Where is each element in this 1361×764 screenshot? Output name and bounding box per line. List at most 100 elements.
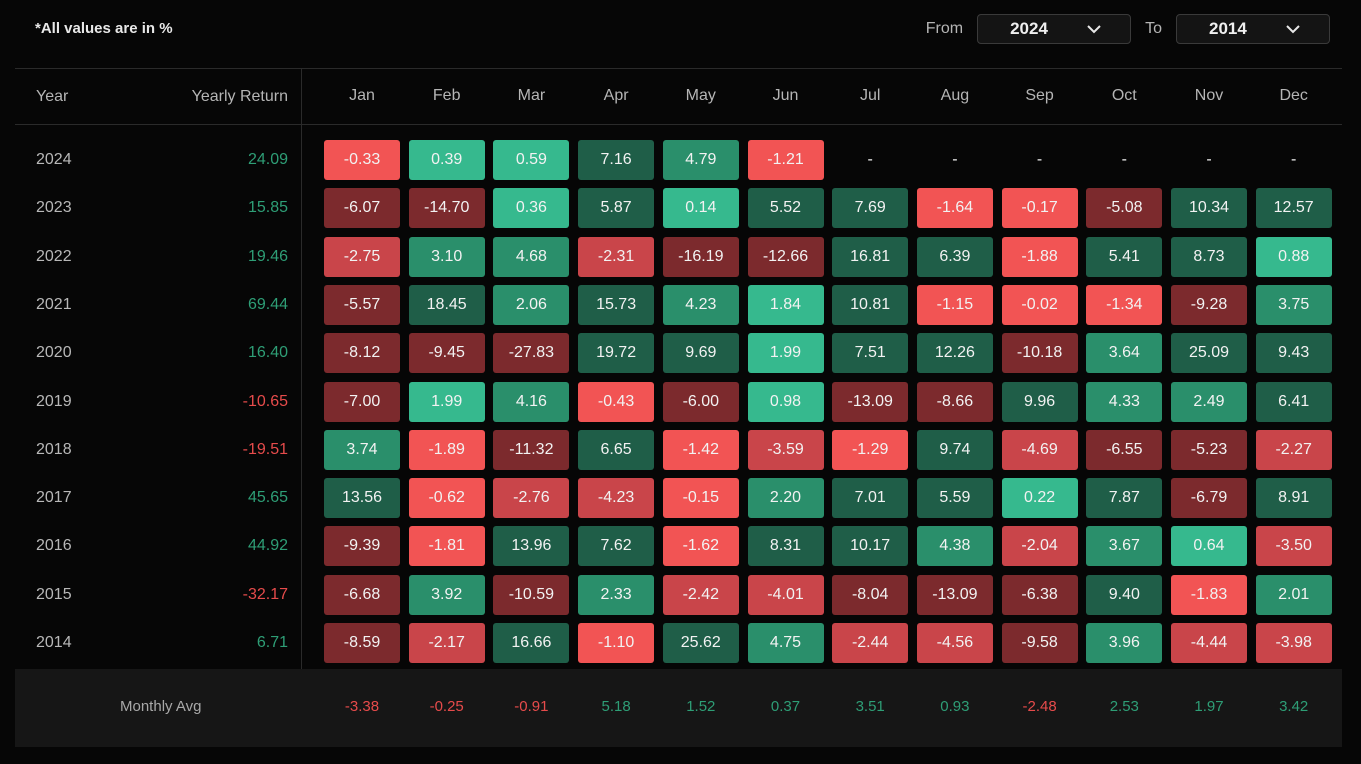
- heatmap-cell[interactable]: -1.88: [1001, 236, 1078, 277]
- heatmap-cell[interactable]: 6.39: [916, 236, 993, 277]
- heatmap-cell[interactable]: -6.07: [324, 188, 400, 229]
- heatmap-cell[interactable]: 2.49: [1171, 381, 1247, 422]
- heatmap-cell[interactable]: 0.64: [1171, 526, 1247, 567]
- heatmap-cell[interactable]: 16.81: [832, 236, 909, 277]
- heatmap-cell[interactable]: -4.69: [1001, 429, 1078, 470]
- heatmap-cell[interactable]: 25.62: [662, 623, 739, 663]
- heatmap-cell[interactable]: 8.91: [1255, 478, 1332, 519]
- heatmap-cell[interactable]: -1.42: [662, 429, 739, 470]
- heatmap-cell[interactable]: -6.38: [1001, 574, 1078, 615]
- heatmap-cell[interactable]: -0.43: [578, 381, 655, 422]
- heatmap-cell[interactable]: 10.81: [832, 284, 909, 325]
- heatmap-cell[interactable]: 7.16: [578, 140, 655, 180]
- heatmap-cell[interactable]: 0.59: [493, 140, 570, 180]
- heatmap-cell[interactable]: 5.59: [916, 478, 993, 519]
- heatmap-cell[interactable]: 4.16: [493, 381, 570, 422]
- heatmap-cell[interactable]: 9.43: [1255, 333, 1332, 374]
- heatmap-cell[interactable]: -3.98: [1255, 623, 1332, 663]
- heatmap-cell[interactable]: 1.99: [408, 381, 485, 422]
- heatmap-cell[interactable]: 4.79: [662, 140, 739, 180]
- heatmap-cell[interactable]: -14.70: [408, 188, 485, 229]
- heatmap-cell[interactable]: -9.58: [1001, 623, 1078, 663]
- heatmap-cell[interactable]: -4.56: [916, 623, 993, 663]
- heatmap-cell[interactable]: 4.68: [493, 236, 570, 277]
- heatmap-cell[interactable]: -1.21: [747, 140, 824, 180]
- heatmap-cell[interactable]: -13.09: [832, 381, 909, 422]
- heatmap-cell[interactable]: 5.87: [578, 188, 655, 229]
- heatmap-cell[interactable]: -1.34: [1086, 284, 1163, 325]
- heatmap-cell[interactable]: -10.59: [493, 574, 570, 615]
- heatmap-cell[interactable]: -1.62: [662, 526, 739, 567]
- heatmap-cell[interactable]: -2.04: [1001, 526, 1078, 567]
- heatmap-cell[interactable]: 3.10: [408, 236, 485, 277]
- heatmap-cell[interactable]: 9.96: [1001, 381, 1078, 422]
- heatmap-cell[interactable]: 16.66: [493, 623, 570, 663]
- heatmap-cell[interactable]: -4.44: [1171, 623, 1247, 663]
- heatmap-cell[interactable]: 3.74: [324, 429, 400, 470]
- heatmap-cell[interactable]: -6.00: [662, 381, 739, 422]
- heatmap-cell[interactable]: 0.88: [1255, 236, 1332, 277]
- heatmap-cell[interactable]: -0.15: [662, 478, 739, 519]
- heatmap-cell[interactable]: -8.04: [832, 574, 909, 615]
- heatmap-cell[interactable]: 9.40: [1086, 574, 1163, 615]
- heatmap-cell[interactable]: -4.23: [578, 478, 655, 519]
- heatmap-cell[interactable]: -1.29: [832, 429, 909, 470]
- heatmap-cell[interactable]: 7.01: [832, 478, 909, 519]
- heatmap-cell[interactable]: -: [832, 140, 908, 180]
- heatmap-cell[interactable]: 13.56: [324, 478, 400, 519]
- heatmap-cell[interactable]: -: [1086, 140, 1162, 180]
- heatmap-cell[interactable]: -0.02: [1001, 284, 1078, 325]
- heatmap-cell[interactable]: -1.83: [1171, 574, 1247, 615]
- heatmap-cell[interactable]: 3.75: [1255, 284, 1332, 325]
- heatmap-cell[interactable]: -2.76: [493, 478, 570, 519]
- heatmap-cell[interactable]: -6.68: [324, 574, 400, 615]
- heatmap-cell[interactable]: 3.96: [1086, 623, 1163, 663]
- heatmap-cell[interactable]: 9.74: [916, 429, 993, 470]
- heatmap-cell[interactable]: 9.69: [662, 333, 739, 374]
- heatmap-cell[interactable]: 7.51: [832, 333, 909, 374]
- heatmap-cell[interactable]: -9.45: [408, 333, 485, 374]
- heatmap-cell[interactable]: -7.00: [324, 381, 400, 422]
- heatmap-cell[interactable]: 12.26: [916, 333, 993, 374]
- heatmap-cell[interactable]: 12.57: [1255, 188, 1332, 229]
- heatmap-cell[interactable]: 8.73: [1171, 236, 1247, 277]
- heatmap-cell[interactable]: -6.79: [1171, 478, 1247, 519]
- heatmap-cell[interactable]: -8.66: [916, 381, 993, 422]
- heatmap-cell[interactable]: -0.17: [1001, 188, 1078, 229]
- heatmap-cell[interactable]: -16.19: [662, 236, 739, 277]
- heatmap-cell[interactable]: 2.33: [578, 574, 655, 615]
- heatmap-cell[interactable]: -1.10: [578, 623, 655, 663]
- heatmap-cell[interactable]: -8.12: [324, 333, 400, 374]
- heatmap-cell[interactable]: 3.67: [1086, 526, 1163, 567]
- heatmap-cell[interactable]: -1.15: [916, 284, 993, 325]
- heatmap-cell[interactable]: 1.84: [747, 284, 824, 325]
- heatmap-cell[interactable]: 25.09: [1171, 333, 1247, 374]
- heatmap-cell[interactable]: 7.69: [832, 188, 909, 229]
- heatmap-cell[interactable]: -2.27: [1255, 429, 1332, 470]
- from-year-dropdown[interactable]: 2024: [977, 14, 1132, 44]
- heatmap-cell[interactable]: 7.62: [578, 526, 655, 567]
- heatmap-cell[interactable]: -2.17: [408, 623, 485, 663]
- heatmap-cell[interactable]: 2.20: [747, 478, 824, 519]
- heatmap-cell[interactable]: 1.99: [747, 333, 824, 374]
- heatmap-cell[interactable]: -2.31: [578, 236, 655, 277]
- heatmap-cell[interactable]: -8.59: [324, 623, 400, 663]
- heatmap-cell[interactable]: 2.01: [1255, 574, 1332, 615]
- heatmap-cell[interactable]: 19.72: [578, 333, 655, 374]
- heatmap-cell[interactable]: -2.42: [662, 574, 739, 615]
- heatmap-cell[interactable]: -0.33: [324, 140, 400, 180]
- heatmap-cell[interactable]: -5.23: [1171, 429, 1247, 470]
- heatmap-cell[interactable]: -1.81: [408, 526, 485, 567]
- heatmap-cell[interactable]: 4.38: [916, 526, 993, 567]
- heatmap-cell[interactable]: 13.96: [493, 526, 570, 567]
- heatmap-cell[interactable]: -13.09: [916, 574, 993, 615]
- heatmap-cell[interactable]: 6.41: [1255, 381, 1332, 422]
- heatmap-cell[interactable]: 5.41: [1086, 236, 1163, 277]
- heatmap-cell[interactable]: -: [1002, 140, 1078, 180]
- heatmap-cell[interactable]: 15.73: [578, 284, 655, 325]
- heatmap-cell[interactable]: 6.65: [578, 429, 655, 470]
- heatmap-cell[interactable]: 10.17: [832, 526, 909, 567]
- heatmap-cell[interactable]: -3.50: [1255, 526, 1332, 567]
- to-year-dropdown[interactable]: 2014: [1176, 14, 1330, 44]
- heatmap-cell[interactable]: -2.44: [832, 623, 909, 663]
